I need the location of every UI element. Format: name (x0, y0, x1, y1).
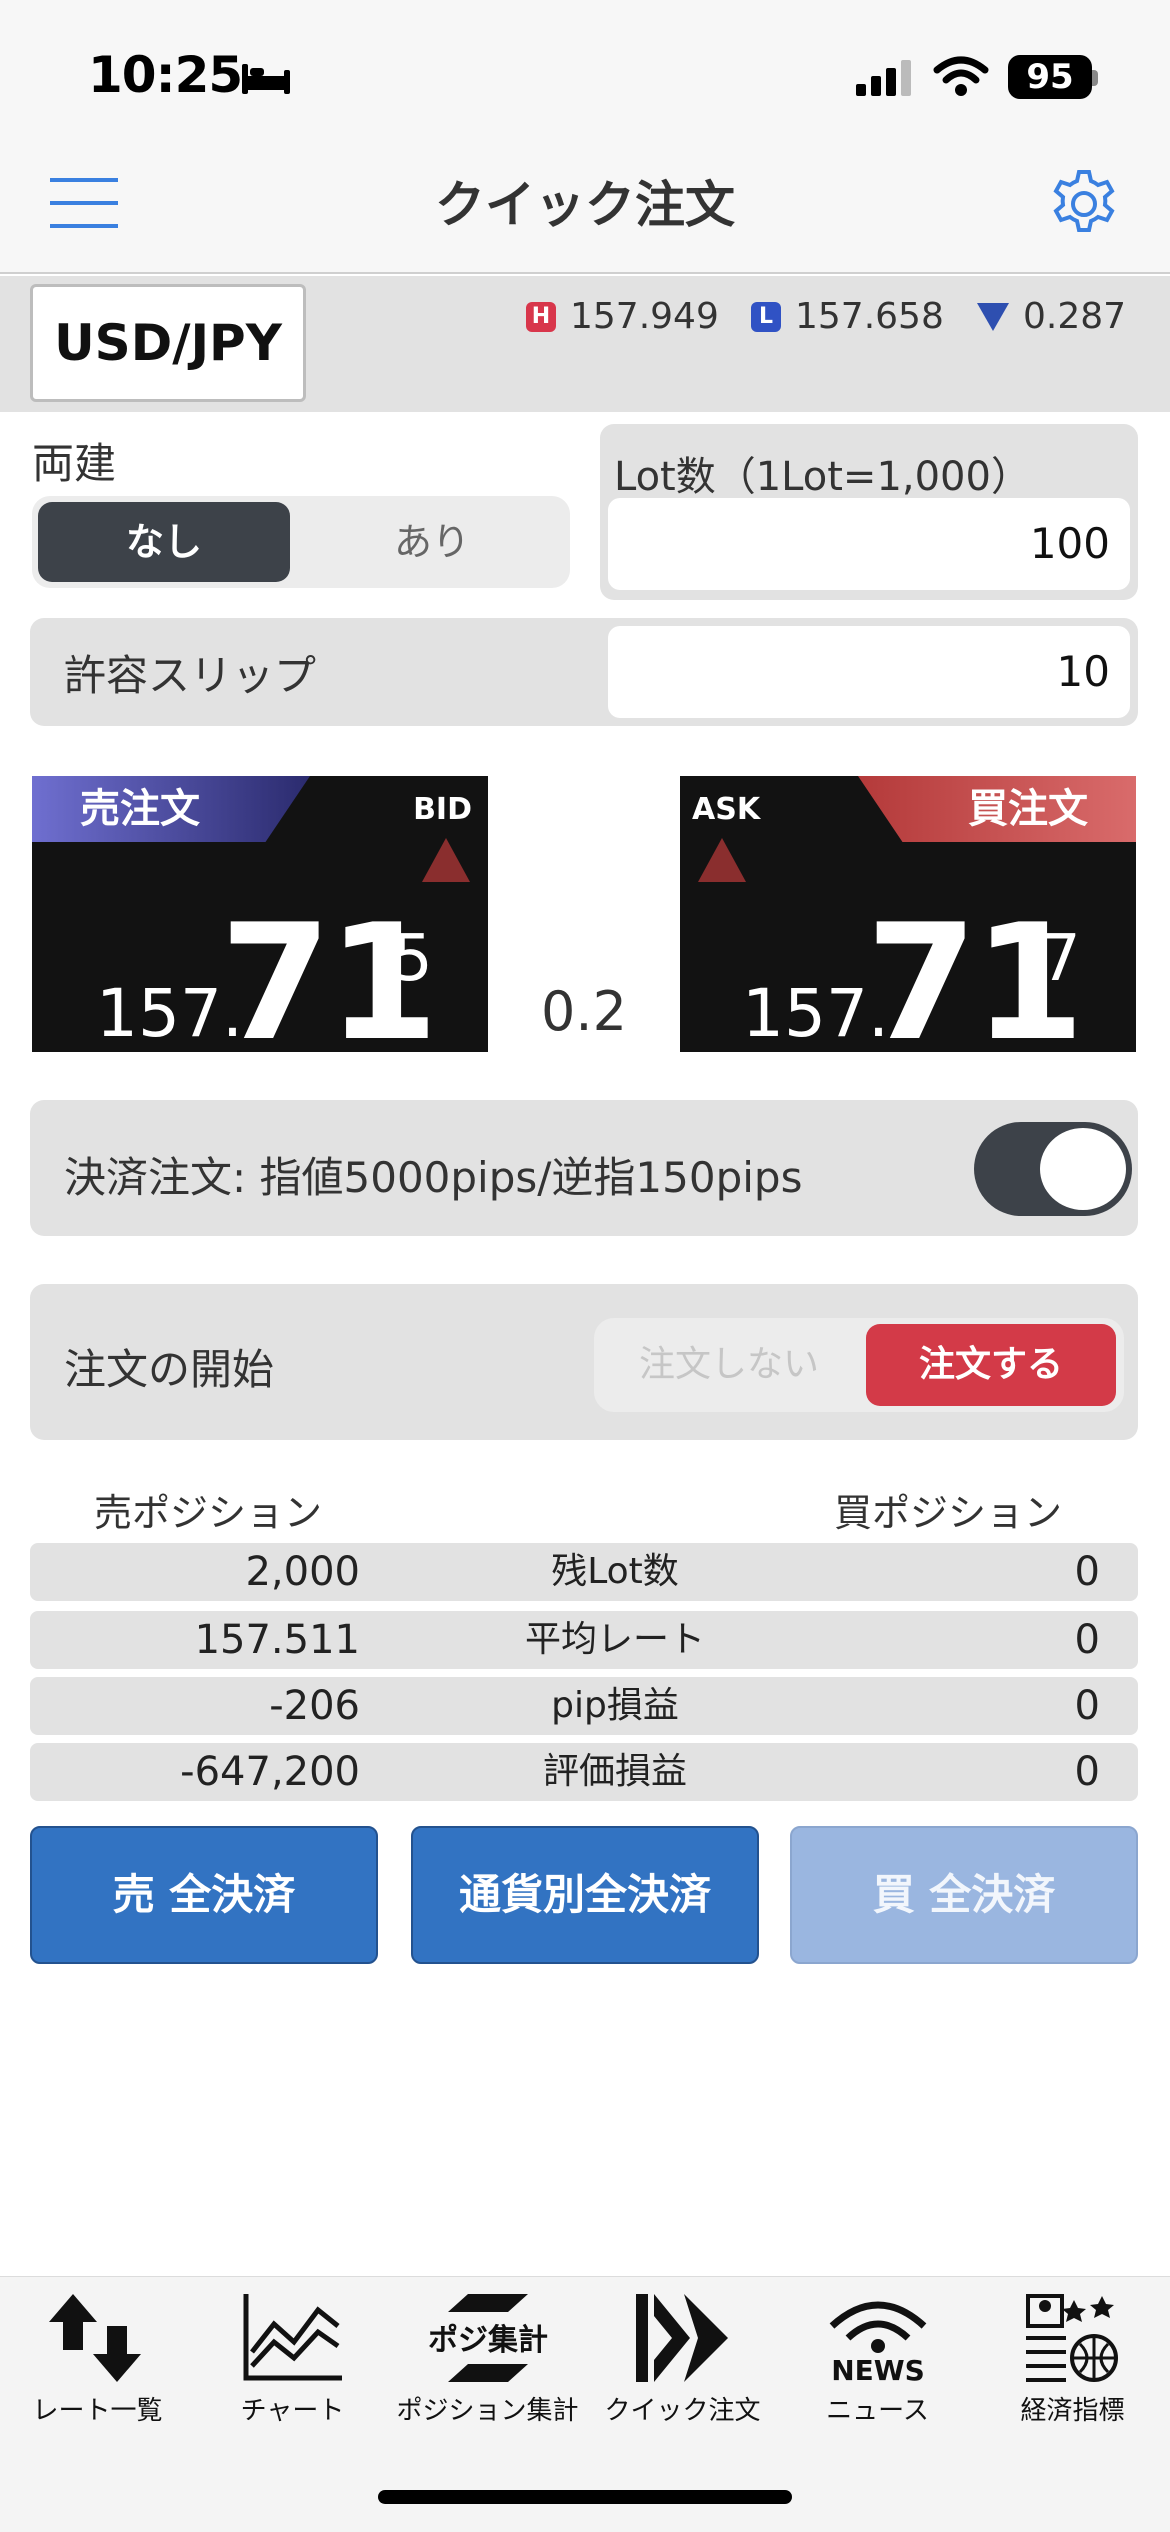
lot-label: Lot数（1Lot=1,000） (614, 454, 1031, 500)
tab-economic-indicators[interactable]: 経済指標 (975, 2290, 1170, 2440)
sleep-focus-icon (242, 64, 290, 94)
svg-text:NEWS: NEWS (831, 2354, 925, 2386)
sell-order-tag: 売注文 (32, 776, 310, 842)
range-value: 0.287 (1023, 296, 1127, 337)
ask-label: ASK (692, 792, 761, 827)
low-value: 157.658 (795, 296, 944, 337)
buy-value: 0 (1074, 1683, 1100, 1729)
sell-value: -647,200 (180, 1749, 360, 1795)
battery-level: 95 (1008, 55, 1092, 99)
chart-icon (243, 2294, 342, 2381)
tab-label: ニュース (826, 2396, 929, 2426)
sell-order-button[interactable]: 売注文 BID 157. 71 5 (32, 776, 488, 1052)
row-label: pip損益 (551, 1685, 679, 1726)
sell-position-header: 売ポジション (94, 1491, 323, 1535)
table-row: -647,200 評価損益 0 (30, 1743, 1138, 1801)
cellular-signal-icon (856, 60, 911, 96)
tab-label: 経済指標 (1020, 2396, 1125, 2426)
status-time: 10:25 (88, 46, 243, 104)
ryodate-option-yes[interactable]: あり (300, 502, 564, 582)
row-label: 評価損益 (542, 1751, 687, 1792)
high-price: H 157.949 (526, 296, 719, 337)
sell-value: 2,000 (245, 1549, 360, 1595)
quick-order-icon (635, 2294, 728, 2382)
up-triangle-icon (422, 838, 470, 882)
high-badge-icon: H (526, 301, 556, 332)
svg-text:ポジ集計: ポジ集計 (428, 2323, 548, 2358)
tab-chart[interactable]: チャート (195, 2290, 390, 2440)
price-range: 0.287 (977, 296, 1126, 337)
buy-value: 0 (1074, 1549, 1100, 1595)
tab-position-summary[interactable]: ポジ集計 ポジション集計 (390, 2290, 585, 2440)
toggle-knob (1040, 1128, 1126, 1210)
spread-value: 0.2 (541, 980, 627, 1043)
rate-list-icon (48, 2294, 141, 2382)
battery-tip (1092, 70, 1098, 86)
buy-position-header: 買ポジション (834, 1491, 1063, 1535)
slip-input[interactable]: 10 (608, 626, 1130, 718)
news-icon: NEWS (829, 2301, 926, 2386)
slip-label: 許容スリップ (64, 651, 317, 700)
order-start-on-option[interactable]: 注文する (866, 1324, 1116, 1406)
table-row: 2,000 残Lot数 0 (30, 1543, 1138, 1601)
tab-quick-order[interactable]: クイック注文 (585, 2290, 780, 2440)
row-label: 平均レート (524, 1619, 705, 1660)
buy-order-tag: 買注文 (858, 776, 1136, 842)
tab-label: ポジション集計 (396, 2396, 579, 2426)
ryodate-option-none[interactable]: なし (38, 502, 290, 582)
ryodate-label: 両建 (32, 439, 117, 488)
buy-value: 0 (1074, 1617, 1100, 1663)
down-triangle-icon (977, 302, 1009, 331)
sell-value: 157.511 (194, 1617, 360, 1663)
sell-value: -206 (269, 1683, 360, 1729)
wifi-icon (933, 56, 989, 96)
tab-news[interactable]: NEWS ニュース (780, 2290, 975, 2440)
high-value: 157.949 (570, 296, 719, 337)
table-row: 157.511 平均レート 0 (30, 1611, 1138, 1669)
bid-label: BID (413, 792, 472, 827)
economic-indicator-icon (1025, 2294, 1118, 2382)
order-start-off-option[interactable]: 注文しない (598, 1322, 860, 1408)
position-summary-icon: ポジ集計 (428, 2294, 548, 2382)
sell-price-fraction: 5 (392, 922, 433, 996)
buy-order-button[interactable]: 買注文 ASK 157. 71 7 (680, 776, 1136, 1052)
order-start-label: 注文の開始 (64, 1345, 275, 1394)
tab-rate-list[interactable]: レート一覧 (0, 2290, 195, 2440)
buy-value: 0 (1074, 1749, 1100, 1795)
settings-gear-icon[interactable] (1048, 168, 1120, 240)
tab-label: チャート (240, 2396, 345, 2426)
table-row: -206 pip損益 0 (30, 1677, 1138, 1735)
low-badge-icon: L (751, 301, 781, 332)
currency-pair-selector[interactable]: USD/JPY (30, 284, 306, 402)
home-indicator[interactable] (378, 2490, 792, 2504)
row-label: 残Lot数 (551, 1551, 679, 1592)
up-triangle-icon (698, 838, 746, 882)
page-title: クイック注文 (435, 176, 735, 234)
low-price: L 157.658 (751, 296, 944, 337)
settlement-order-label: 決済注文: 指値5000pips/逆指150pips (64, 1153, 803, 1202)
currency-close-all-button[interactable]: 通貨別全決済 (411, 1826, 759, 1964)
sell-close-all-button[interactable]: 売 全決済 (30, 1826, 378, 1964)
tab-label: クイック注文 (604, 2396, 761, 2426)
tab-label: レート一覧 (32, 2396, 163, 2426)
buy-close-all-button[interactable]: 買 全決済 (790, 1826, 1138, 1964)
lot-input[interactable]: 100 (608, 498, 1130, 590)
buy-price-fraction: 7 (1040, 922, 1081, 996)
